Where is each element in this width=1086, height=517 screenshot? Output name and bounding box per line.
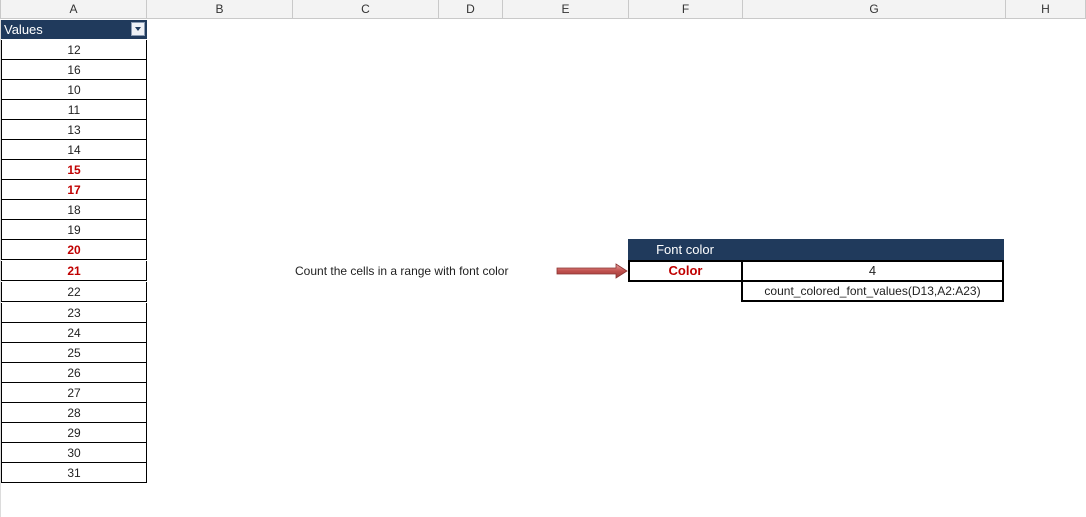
value-cell[interactable]: 28 [1, 403, 147, 423]
column-header-f[interactable]: F [629, 0, 743, 19]
value-cell[interactable]: 26 [1, 363, 147, 383]
right-arrow-icon [556, 263, 628, 279]
column-header-e[interactable]: E [503, 0, 629, 19]
value-cell[interactable]: 12 [1, 40, 147, 60]
column-header-c[interactable]: C [293, 0, 439, 19]
value-cell[interactable]: 10 [1, 80, 147, 100]
formula-cell[interactable]: count_colored_font_values(D13,A2:A23) [741, 281, 1004, 302]
column-header-h[interactable]: H [1006, 0, 1086, 19]
value-cell[interactable]: 20 [1, 240, 147, 260]
value-cell[interactable]: 25 [1, 343, 147, 363]
value-cell[interactable]: 22 [1, 282, 147, 302]
column-header-b[interactable]: B [147, 0, 293, 19]
value-cell[interactable]: 15 [1, 160, 147, 180]
description-text[interactable]: Count the cells in a range with font col… [295, 261, 508, 281]
value-cell[interactable]: 27 [1, 383, 147, 403]
font-color-header[interactable]: Font color [628, 239, 1004, 260]
value-cell[interactable]: 14 [1, 140, 147, 160]
column-header-g[interactable]: G [743, 0, 1006, 19]
filter-dropdown-icon[interactable] [131, 22, 145, 36]
value-cell[interactable]: 17 [1, 180, 147, 200]
value-cell[interactable]: 13 [1, 120, 147, 140]
column-header-a[interactable]: A [0, 0, 147, 19]
font-color-header-label: Font color [656, 242, 714, 257]
value-cell[interactable]: 23 [1, 303, 147, 323]
value-cell[interactable]: 16 [1, 60, 147, 80]
value-cell[interactable]: 21 [1, 261, 147, 281]
value-cell[interactable]: 30 [1, 443, 147, 463]
result-cell[interactable]: 4 [741, 260, 1004, 282]
value-cell[interactable]: 31 [1, 463, 147, 483]
value-cell[interactable]: 18 [1, 200, 147, 220]
value-cell[interactable]: 19 [1, 220, 147, 240]
values-header-label: Values [4, 22, 43, 37]
value-cell[interactable]: 24 [1, 323, 147, 343]
column-header-d[interactable]: D [439, 0, 503, 19]
value-cell[interactable]: 11 [1, 100, 147, 120]
color-sample-cell[interactable]: Color [628, 260, 743, 282]
value-cell[interactable]: 29 [1, 423, 147, 443]
values-header-cell[interactable]: Values [1, 20, 147, 39]
